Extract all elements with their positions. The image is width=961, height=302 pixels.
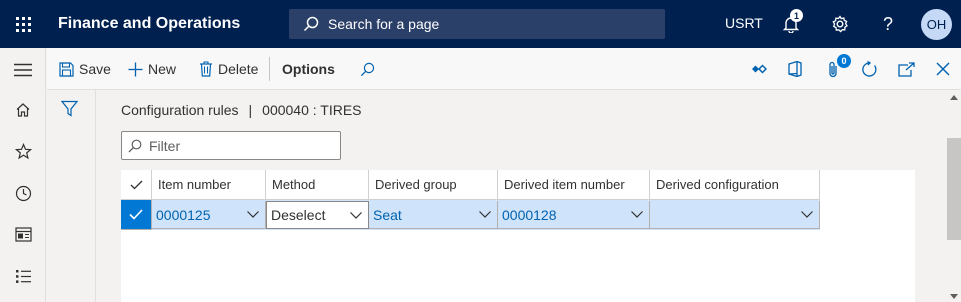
office-icon xyxy=(788,61,802,77)
popout-icon xyxy=(897,61,915,77)
derived-group-value: Seat xyxy=(373,206,402,223)
save-icon xyxy=(59,61,74,77)
app-launcher-button[interactable] xyxy=(0,0,46,48)
scrollbar-thumb[interactable] xyxy=(947,138,961,240)
app-title[interactable]: Finance and Operations xyxy=(58,15,278,33)
save-button[interactable]: Save xyxy=(59,58,111,80)
new-label: New xyxy=(148,61,177,77)
page-content: Configuration rules | 000040 : TIRES Filte… xyxy=(97,90,947,302)
open-in-office-button[interactable] xyxy=(784,58,806,80)
search-placeholder: Search for a page xyxy=(328,16,440,32)
item-number-field[interactable]: 0000125 xyxy=(152,201,266,229)
search-icon xyxy=(303,16,319,32)
settings-button[interactable] xyxy=(828,12,852,36)
attachments-button[interactable]: 0 xyxy=(822,54,851,80)
search-icon xyxy=(128,139,142,152)
scroll-up-arrow[interactable] xyxy=(950,95,958,100)
method-value: Deselect xyxy=(271,207,326,223)
grid-filter-input[interactable]: Filter xyxy=(121,131,341,160)
table-row[interactable]: 0000125 Deselect Seat 0000128 xyxy=(121,200,820,230)
help-icon: ? xyxy=(882,13,893,34)
refresh-button[interactable] xyxy=(858,58,880,80)
breadcrumb-separator: | xyxy=(248,102,253,118)
scroll-down-arrow[interactable] xyxy=(950,294,958,299)
chevron-down-icon[interactable] xyxy=(631,211,643,218)
item-number-value: 0000125 xyxy=(156,206,211,223)
trash-icon xyxy=(200,61,212,77)
list-icon xyxy=(15,269,31,283)
derived-item-number-value: 0000128 xyxy=(502,206,557,223)
nav-recent[interactable] xyxy=(11,181,35,205)
chevron-down-icon[interactable] xyxy=(247,211,259,218)
left-navigation-pane xyxy=(0,48,46,302)
new-button[interactable]: New xyxy=(128,58,176,80)
vertical-scrollbar[interactable] xyxy=(947,90,961,302)
method-select[interactable]: Deselect xyxy=(266,201,369,229)
row-select-checkbox[interactable] xyxy=(121,200,152,230)
action-separator xyxy=(269,57,270,81)
notification-count-badge: 1 xyxy=(790,9,803,22)
record-caption: 000040 : TIRES xyxy=(262,102,362,118)
column-header-method[interactable]: Method xyxy=(266,170,369,200)
expand-navigation-button[interactable] xyxy=(11,58,35,82)
derived-item-number-field[interactable]: 0000128 xyxy=(498,201,650,229)
search-icon xyxy=(360,62,375,76)
tab-options[interactable]: Options xyxy=(282,58,335,80)
close-button[interactable] xyxy=(932,58,954,80)
chevron-down-icon[interactable] xyxy=(801,211,813,218)
diamond-links-icon xyxy=(752,64,767,74)
filter-pane-toggle-strip xyxy=(47,90,96,302)
grid-area: Item number Method Derived group Derived… xyxy=(121,170,915,302)
chevron-down-icon[interactable] xyxy=(479,211,491,218)
power-apps-button[interactable] xyxy=(748,58,770,80)
nav-workspaces[interactable] xyxy=(11,222,35,246)
workspace-icon xyxy=(14,226,32,242)
page-title: Configuration rules xyxy=(121,102,239,118)
show-filters-button[interactable] xyxy=(60,100,79,120)
gear-icon xyxy=(832,15,848,33)
close-icon xyxy=(936,62,950,76)
filter-placeholder: Filter xyxy=(149,137,181,154)
grid-header-row: Item number Method Derived group Derived… xyxy=(121,170,820,200)
funnel-icon xyxy=(60,100,79,117)
waffle-icon xyxy=(15,16,31,32)
notifications-button[interactable]: 1 xyxy=(779,9,803,36)
avatar[interactable]: OH xyxy=(921,9,952,40)
select-all-checkbox[interactable] xyxy=(121,170,152,200)
nav-favorites[interactable] xyxy=(11,139,35,163)
action-search-button[interactable] xyxy=(360,58,380,80)
chevron-down-icon[interactable] xyxy=(350,211,362,219)
nav-home[interactable] xyxy=(11,98,35,122)
delete-label: Delete xyxy=(218,61,259,77)
company-picker[interactable]: USRT xyxy=(725,15,763,31)
attachment-count-badge: 0 xyxy=(837,54,851,68)
column-header-derived-item-number[interactable]: Derived item number xyxy=(498,170,650,200)
delete-button[interactable]: Delete xyxy=(199,58,258,80)
column-header-item-number[interactable]: Item number xyxy=(152,170,266,200)
open-in-new-window-button[interactable] xyxy=(895,58,917,80)
column-header-derived-configuration[interactable]: Derived configuration xyxy=(650,170,820,200)
checkmark-icon xyxy=(129,209,143,220)
plus-icon xyxy=(128,62,143,76)
derived-group-field[interactable]: Seat xyxy=(369,201,498,229)
save-label: Save xyxy=(79,61,111,77)
checkmark-icon xyxy=(130,180,142,189)
top-navigation-bar: Finance and Operations Search for a page… xyxy=(0,0,961,48)
refresh-icon xyxy=(861,60,877,77)
search-for-page-box[interactable]: Search for a page xyxy=(289,9,665,39)
star-icon xyxy=(14,142,32,159)
home-icon xyxy=(16,103,30,117)
hamburger-icon xyxy=(14,63,32,77)
action-pane: Save New Delete Options 0 xyxy=(47,48,961,90)
derived-configuration-field[interactable] xyxy=(650,201,820,229)
breadcrumb: Configuration rules | 000040 : TIRES xyxy=(121,102,362,118)
configuration-rules-grid: Item number Method Derived group Derived… xyxy=(121,170,820,230)
column-header-derived-group[interactable]: Derived group xyxy=(369,170,498,200)
nav-modules[interactable] xyxy=(11,264,35,288)
help-button[interactable]: ? xyxy=(876,12,900,36)
clock-icon xyxy=(15,185,31,201)
